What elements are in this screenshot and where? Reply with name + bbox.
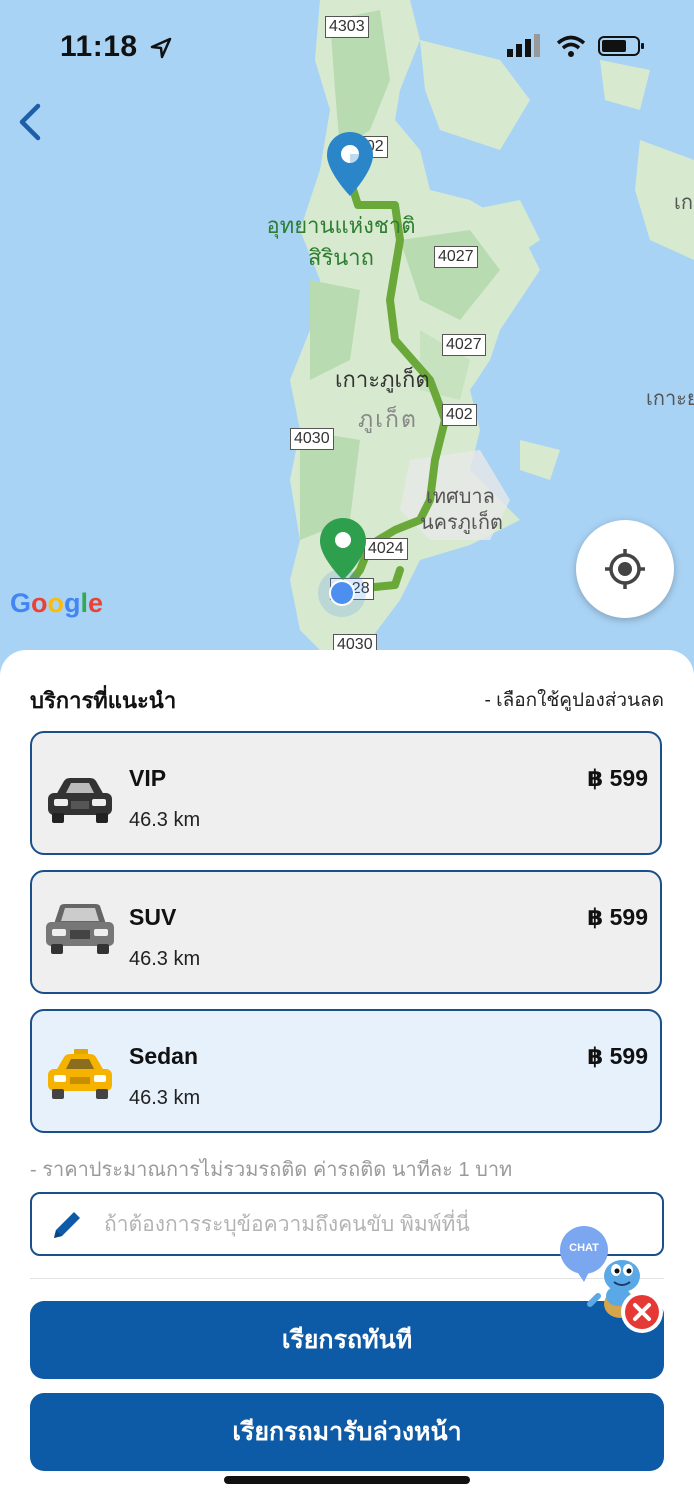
- chat-label: CHAT: [569, 1242, 599, 1254]
- destination-pin-icon[interactable]: [318, 516, 368, 582]
- reserve-button[interactable]: เรียกรถมารับล่วงหน้า: [30, 1393, 664, 1471]
- road-shield: 402: [442, 404, 477, 426]
- map-label-municipality-line2: นครภูเก็ต: [420, 512, 503, 534]
- start-location-pin-icon[interactable]: [325, 130, 375, 198]
- section-title: บริการที่แนะนำ: [30, 688, 177, 713]
- home-indicator: [224, 1476, 470, 1484]
- status-time: 11:18: [60, 30, 172, 64]
- map-label-municipality: เทศบาล นครภูเก็ต: [420, 484, 503, 536]
- car-distance: 46.3 km: [129, 948, 201, 970]
- car-black-icon: [48, 778, 112, 823]
- car-name: VIP: [129, 765, 167, 791]
- coupon-link[interactable]: - เลือกใช้คูปองส่วนลด: [484, 685, 664, 715]
- bottom-sheet: บริการที่แนะนำ - เลือกใช้คูปองส่วนลด VIP…: [0, 650, 694, 1500]
- map-label-right-island-1: เก: [674, 192, 693, 214]
- car-name: SUV: [129, 904, 177, 930]
- taxi-yellow-icon: [48, 1049, 112, 1099]
- suv-gray-icon: [46, 904, 114, 954]
- road-shield: 4030: [290, 428, 334, 450]
- status-icons: [507, 34, 646, 63]
- car-option-vip[interactable]: VIP 46.3 km ฿ 599: [30, 731, 662, 855]
- car-price: ฿ 599: [587, 904, 648, 930]
- car-name: Sedan: [129, 1043, 199, 1069]
- car-distance: 46.3 km: [129, 809, 201, 831]
- chat-widget[interactable]: CHAT: [558, 1226, 668, 1338]
- road-shield: 4024: [364, 538, 408, 560]
- battery-icon: [598, 36, 644, 56]
- car-option-suv[interactable]: SUV 46.3 km ฿ 599: [30, 870, 662, 994]
- location-arrow-icon: [151, 37, 172, 59]
- map-label-municipality-line1: เทศบาล: [426, 486, 495, 508]
- map-label-park-line1: อุทยานแห่งชาติ: [266, 213, 416, 238]
- status-time-text: 11:18: [60, 30, 138, 63]
- crosshair-icon: [605, 549, 645, 589]
- map-label-island: เกาะภูเก็ต: [335, 367, 430, 392]
- pencil-icon: [54, 1212, 80, 1238]
- car-option-sedan[interactable]: Sedan 46.3 km ฿ 599: [30, 1009, 662, 1133]
- status-bar: 11:18: [0, 0, 694, 90]
- chevron-left-icon: [19, 103, 41, 141]
- driver-message-input[interactable]: [102, 1206, 546, 1244]
- road-shield: 4027: [434, 246, 478, 268]
- wifi-icon: [556, 35, 585, 57]
- car-price: ฿ 599: [587, 1043, 648, 1069]
- google-logo: Google: [10, 588, 104, 618]
- road-shield: 4027: [442, 334, 486, 356]
- map-label-right-island-2: เกาะย: [646, 388, 694, 410]
- price-note: - ราคาประมาณการไม่รวมรถติด ค่ารถติด นาที…: [30, 1159, 513, 1181]
- map-view[interactable]: อุทยานแห่งชาติ สิรินาถ เกาะภูเก็ต ภูเก็ต…: [0, 0, 694, 680]
- map-label-park-line2: สิรินาถ: [308, 245, 374, 270]
- back-button[interactable]: [10, 100, 50, 144]
- cellular-signal-icon: [507, 34, 541, 57]
- map-label-province: ภูเก็ต: [358, 406, 418, 432]
- map-label-park: อุทยานแห่งชาติ สิรินาถ: [256, 210, 426, 274]
- my-location-button[interactable]: [576, 520, 674, 618]
- car-price: ฿ 599: [587, 765, 648, 791]
- car-distance: 46.3 km: [129, 1087, 201, 1109]
